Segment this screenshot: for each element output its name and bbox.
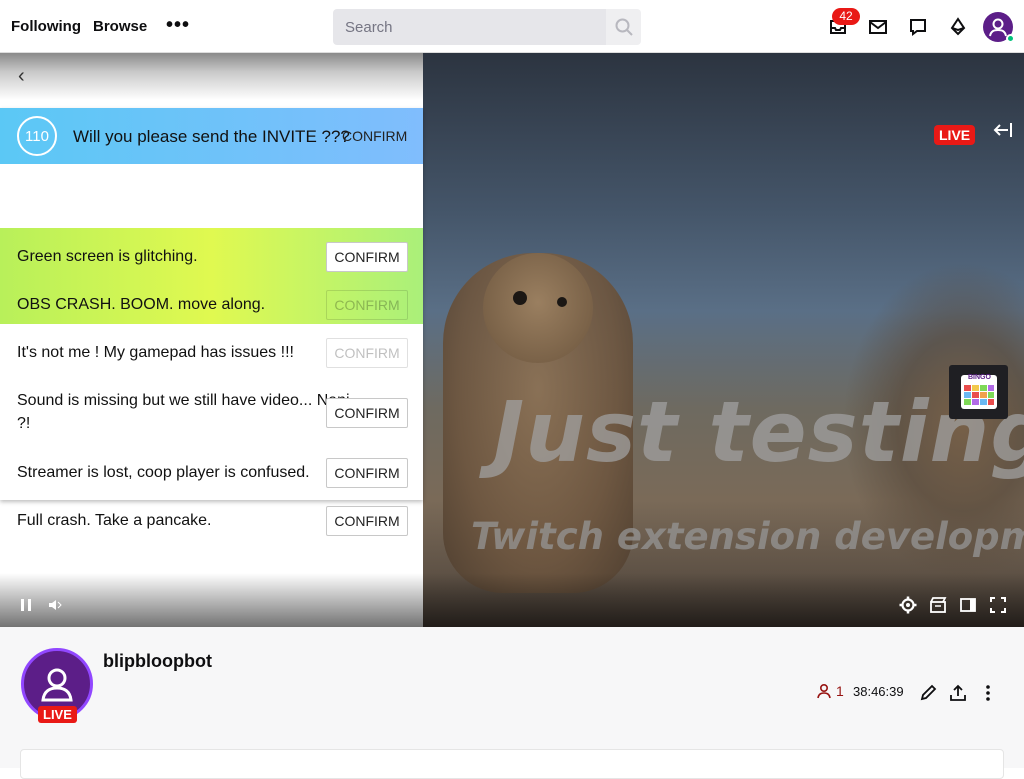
player-controls (0, 573, 1024, 627)
viewer-person-icon (817, 683, 831, 699)
clip-button[interactable] (928, 595, 948, 615)
settings-button[interactable] (898, 595, 918, 615)
search-icon (615, 18, 633, 36)
share-icon (950, 684, 966, 701)
nav-browse-link[interactable]: Browse (93, 18, 147, 35)
theatre-mode-icon (960, 598, 976, 612)
bingo-panel: ‹ 110 Will you please send the INVITE ??… (0, 53, 423, 627)
confirm-button[interactable]: CONFIRM (326, 242, 408, 272)
viewer-count-value: 1 (836, 683, 844, 699)
fullscreen-icon (990, 597, 1006, 613)
search-input[interactable] (333, 9, 606, 45)
video-overlay-subtitle: Twitch extension development (471, 515, 1024, 558)
stream-uptime: 38:46:39 (853, 684, 904, 699)
mail-icon (869, 20, 887, 34)
clapperboard-icon (930, 597, 947, 613)
invite-text: Will you please send the INVITE ??? (73, 127, 350, 146)
chat-bubble-icon (910, 19, 926, 36)
channel-name[interactable]: blipbloopbot (103, 651, 212, 672)
panel-header: ‹ (0, 53, 423, 100)
channel-info: LIVE blipbloopbot 1 38:46:39 (0, 627, 1024, 779)
user-icon (989, 18, 1007, 37)
top-nav: Following Browse ••• 42 (0, 0, 1024, 53)
video-overlay-title: Just testing (493, 383, 1024, 481)
more-options-button[interactable] (977, 682, 999, 704)
confirm-counter: 110 (17, 116, 57, 156)
bits-icon (950, 17, 966, 36)
bingo-list: 110 Will you please send the INVITE ??? … (0, 108, 423, 500)
confirm-button[interactable]: CONFIRM (326, 398, 408, 428)
share-button[interactable] (947, 682, 969, 704)
notification-badge: 42 (832, 8, 860, 25)
item-text: OBS CRASH. BOOM. move along. (17, 296, 266, 313)
squirrel-head (483, 253, 593, 363)
volume-icon (49, 600, 62, 610)
bingo-logo-text: BINGO (968, 374, 991, 381)
more-menu-icon[interactable]: ••• (166, 14, 190, 37)
item-text: Full crash. Take a pancake. (17, 512, 212, 529)
confirm-button[interactable]: CONFIRM (326, 458, 408, 488)
user-avatar[interactable] (983, 12, 1015, 43)
collapse-sidebar-icon[interactable] (992, 119, 1014, 141)
user-icon (41, 668, 73, 702)
fullscreen-button[interactable] (988, 595, 1008, 615)
viewer-count: 1 (816, 683, 844, 699)
chat-button[interactable] (906, 15, 930, 39)
video-player[interactable]: Just testing Twitch extension developmen… (0, 53, 1024, 627)
item-text: Sound is missing but we still have video… (17, 392, 350, 432)
bingo-extension-button[interactable]: BINGO (949, 365, 1008, 419)
item-text: It's not me ! My gamepad has issues !!! (17, 344, 294, 361)
search-button[interactable] (606, 9, 641, 45)
invite-entry: 110 Will you please send the INVITE ??? … (0, 108, 423, 164)
item-text: Streamer is lost, coop player is confuse… (17, 464, 310, 481)
volume-button[interactable] (45, 595, 65, 615)
confirm-button[interactable]: CONFIRM (326, 338, 408, 368)
live-badge: LIVE (934, 125, 976, 145)
squirrel-eye (513, 291, 527, 305)
back-chevron-icon[interactable]: ‹ (18, 65, 25, 88)
online-status-dot (1006, 34, 1015, 43)
nav-following-link[interactable]: Following (11, 18, 81, 35)
confirm-button[interactable]: CONFIRM (326, 506, 408, 536)
invite-confirm-button[interactable]: CONFIRM (342, 128, 407, 144)
squirrel-eye (557, 297, 567, 307)
bits-button[interactable] (946, 15, 970, 39)
whispers-button[interactable] (866, 15, 890, 39)
item-text: Green screen is glitching. (17, 248, 198, 265)
channel-live-badge: LIVE (38, 706, 77, 723)
pause-icon (21, 599, 31, 611)
edit-stream-button[interactable] (917, 682, 939, 704)
pencil-icon (920, 684, 937, 701)
about-panel (20, 749, 1004, 779)
vertical-dots-icon (986, 685, 990, 701)
confirm-button[interactable]: CONFIRM (326, 290, 408, 320)
theatre-mode-button[interactable] (958, 595, 978, 615)
pause-button[interactable] (16, 595, 36, 615)
gear-icon (899, 596, 917, 614)
